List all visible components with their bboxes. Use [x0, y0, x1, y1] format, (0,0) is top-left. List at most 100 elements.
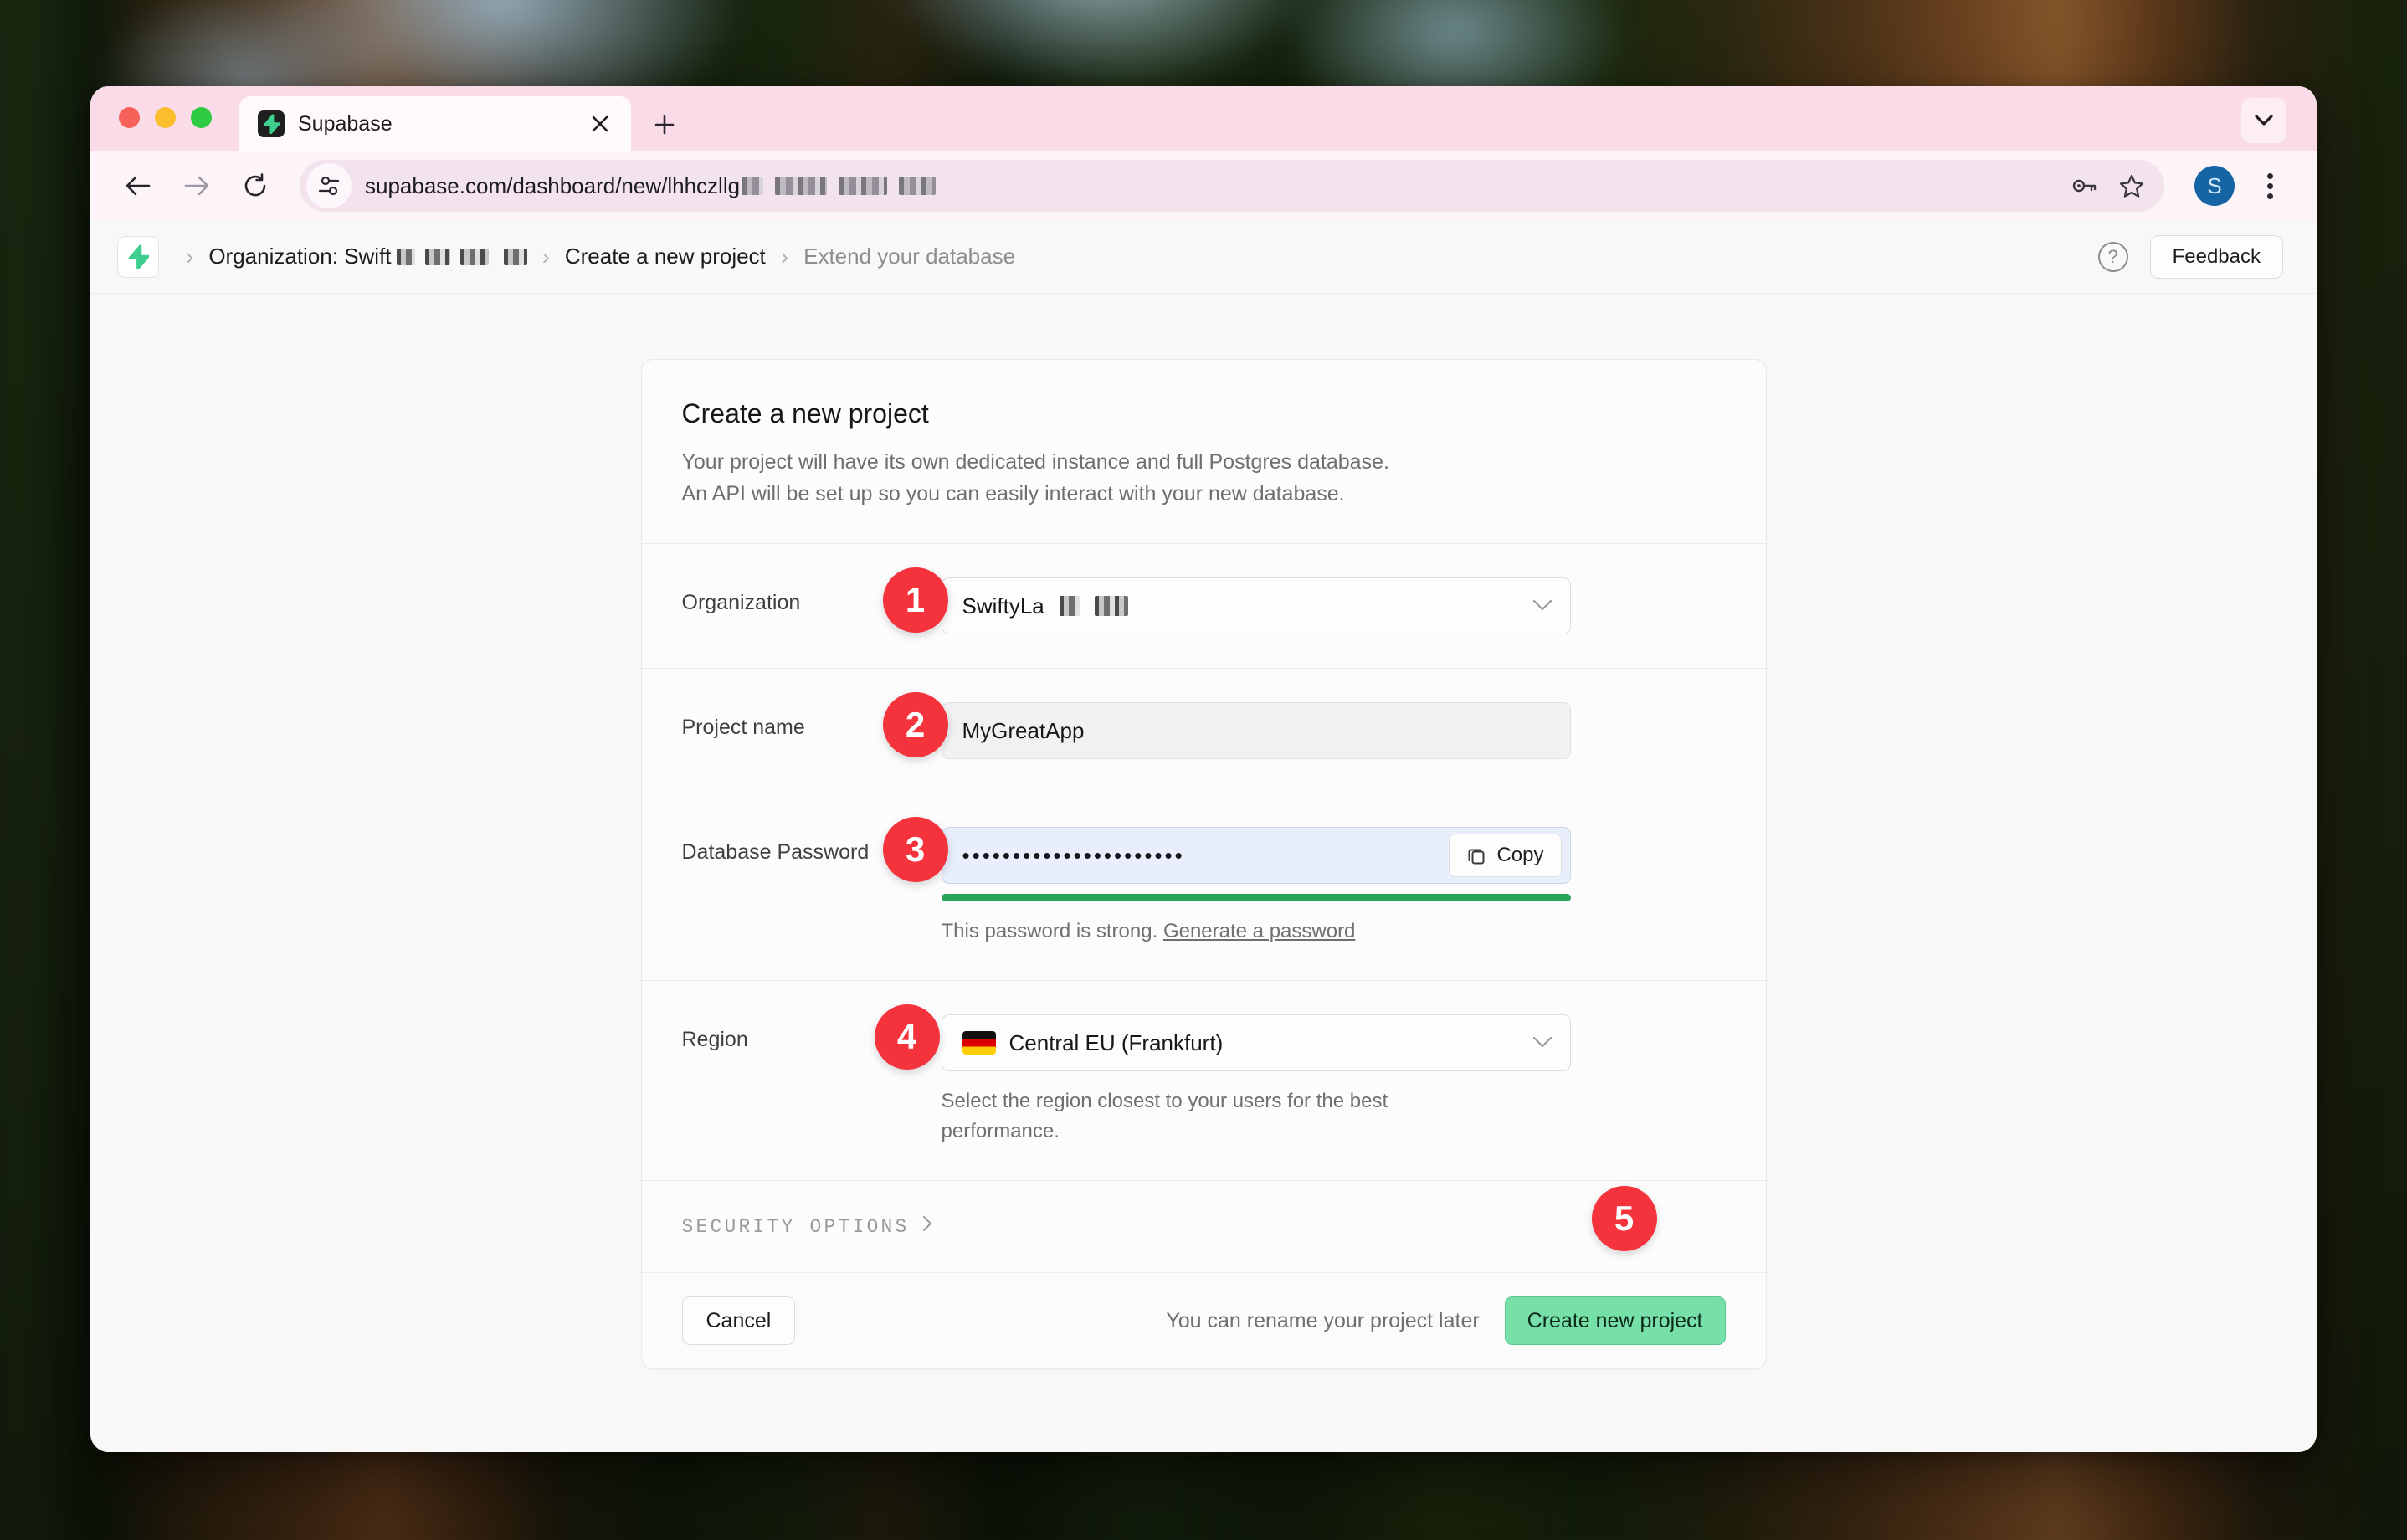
- url-visible-part: supabase.com/dashboard/new/lhhczllg: [365, 172, 741, 198]
- url-redacted-block: [839, 177, 888, 195]
- chevron-down-icon: [1532, 595, 1553, 617]
- region-hint: Select the region closest to your users …: [941, 1090, 1388, 1142]
- region-select-value: Central EU (Frankfurt): [962, 1030, 1518, 1056]
- app-header: › Organization: Swift › Create a new pro…: [90, 220, 2317, 294]
- region-select[interactable]: Central EU (Frankfurt): [941, 1014, 1571, 1071]
- organization-label: Organization: [681, 591, 801, 614]
- profile-avatar[interactable]: S: [2194, 166, 2235, 206]
- breadcrumb-item-organization[interactable]: Organization: Swift: [208, 244, 527, 270]
- card-subtitle-line-2: An API will be set up so you can easily …: [681, 482, 1345, 506]
- form-row-organization: Organization 1 SwiftyLa: [641, 543, 1766, 668]
- rename-note: You can rename your project later: [1166, 1308, 1480, 1332]
- password-strength-hint: This password is strong. Generate a pass…: [942, 916, 1571, 947]
- browser-toolbar: supabase.com/dashboard/new/lhhczllg S: [90, 151, 2317, 220]
- card-footer: Cancel You can rename your project later…: [641, 1272, 1766, 1368]
- back-button[interactable]: [112, 160, 164, 212]
- germany-flag-icon: [962, 1031, 996, 1055]
- organization-field: SwiftyLa: [941, 578, 1571, 634]
- supabase-logo[interactable]: [117, 235, 159, 278]
- feedback-button[interactable]: Feedback: [2149, 234, 2283, 279]
- browser-tab-title: Supabase: [298, 111, 393, 136]
- breadcrumb-redacted-block: [503, 248, 527, 265]
- region-field: Central EU (Frankfurt) Select the region…: [941, 1014, 1571, 1147]
- breadcrumb-redacted-block: [396, 248, 415, 265]
- step-badge-5: 5: [1591, 1186, 1657, 1251]
- supabase-bolt-icon: [258, 110, 285, 137]
- tab-search-button[interactable]: [2241, 98, 2286, 143]
- card-subtitle-line-1: Your project will have its own dedicated…: [681, 450, 1389, 474]
- organization-select-value: SwiftyLa: [962, 593, 1518, 619]
- window-traffic-lights: [119, 86, 212, 151]
- maximize-window-button[interactable]: [191, 106, 212, 128]
- copy-password-button[interactable]: Copy: [1449, 834, 1562, 877]
- close-tab-button[interactable]: [586, 110, 614, 138]
- database-password-input[interactable]: •••••••••••••••••••••• Copy: [941, 827, 1571, 884]
- browser-tab-strip: Supabase: [90, 86, 2317, 151]
- breadcrumb-separator: ›: [780, 243, 789, 270]
- security-options-toggle[interactable]: SECURITY OPTIONS: [682, 1214, 933, 1239]
- security-options-label: SECURITY OPTIONS: [681, 1215, 910, 1238]
- star-icon[interactable]: [2109, 163, 2154, 208]
- database-password-label: Database Password: [681, 840, 870, 864]
- breadcrumb-separator: ›: [186, 243, 194, 270]
- breadcrumb-item-create-project[interactable]: Create a new project: [565, 244, 766, 270]
- url-redacted-block: [742, 177, 764, 195]
- project-name-input[interactable]: MyGreatApp: [941, 702, 1571, 759]
- reload-button[interactable]: [229, 160, 281, 212]
- region-label: Region: [681, 1028, 748, 1051]
- app-header-actions: ? Feedback: [2097, 234, 2283, 279]
- organization-redacted-block: [1094, 596, 1128, 616]
- cancel-button[interactable]: Cancel: [681, 1296, 796, 1345]
- kebab-menu-icon[interactable]: [2246, 162, 2293, 209]
- card-header: Create a new project Your project will h…: [642, 360, 1766, 543]
- url-redacted-block: [899, 177, 937, 195]
- address-bar-actions: [2062, 163, 2154, 208]
- step-badge-2: 2: [882, 692, 948, 757]
- form-row-region: Region 4 Central EU (Frankfurt) Select t…: [641, 980, 1766, 1180]
- question-mark-icon[interactable]: ?: [2097, 241, 2128, 272]
- organization-value-text: SwiftyLa: [962, 593, 1044, 619]
- supabase-dashboard-page: › Organization: Swift › Create a new pro…: [90, 220, 2317, 1452]
- breadcrumb-separator: ›: [541, 243, 550, 270]
- project-name-field: MyGreatApp: [941, 702, 1571, 759]
- copy-button-label: Copy: [1496, 844, 1544, 866]
- minimize-window-button[interactable]: [155, 106, 176, 128]
- step-badge-4: 4: [874, 1004, 940, 1070]
- region-value-text: Central EU (Frankfurt): [1008, 1029, 1224, 1055]
- password-masked-value: ••••••••••••••••••••••: [962, 842, 1185, 868]
- close-window-button[interactable]: [119, 106, 140, 128]
- main-content: Create a new project Your project will h…: [90, 294, 2317, 1452]
- create-new-project-button[interactable]: Create new project: [1504, 1296, 1726, 1345]
- breadcrumb-redacted-block: [459, 248, 489, 265]
- url-redacted-block: [775, 177, 828, 195]
- project-name-label: Project name: [681, 716, 805, 739]
- password-strength-text: This password is strong.: [941, 920, 1158, 942]
- address-bar[interactable]: supabase.com/dashboard/new/lhhczllg: [300, 160, 2164, 212]
- form-row-database-password: Database Password 3 ••••••••••••••••••••…: [641, 793, 1766, 980]
- chevron-down-icon: [1532, 1032, 1553, 1054]
- generate-password-link[interactable]: Generate a password: [1163, 920, 1355, 942]
- organization-redacted-block: [1059, 596, 1080, 616]
- browser-window: Supabase supabase.com/dashboard/new/lhhc…: [90, 86, 2317, 1452]
- breadcrumb-organization-label: Organization: Swift: [208, 244, 392, 269]
- page-title: Create a new project: [681, 398, 929, 429]
- breadcrumb-redacted-block: [424, 248, 450, 265]
- desktop: Supabase supabase.com/dashboard/new/lhhc…: [0, 0, 2407, 1540]
- chevron-right-icon: [921, 1214, 933, 1239]
- step-badge-1: 1: [882, 567, 948, 633]
- organization-select[interactable]: SwiftyLa: [941, 578, 1571, 634]
- address-bar-url-text: supabase.com/dashboard/new/lhhczllg: [357, 173, 2057, 199]
- breadcrumb: › Organization: Swift › Create a new pro…: [171, 244, 2098, 270]
- create-project-card: Create a new project Your project will h…: [640, 359, 1767, 1369]
- password-strength-bar: [941, 894, 1571, 901]
- browser-tab-supabase[interactable]: Supabase: [239, 96, 631, 151]
- new-tab-button[interactable]: [643, 103, 686, 146]
- database-password-field: •••••••••••••••••••••• Copy This passwor…: [941, 827, 1571, 947]
- site-settings-tune-icon[interactable]: [306, 163, 352, 208]
- form-row-security-options: SECURITY OPTIONS 5: [641, 1180, 1766, 1272]
- breadcrumb-item-extend-database[interactable]: Extend your database: [803, 244, 1015, 270]
- forward-button[interactable]: [171, 160, 223, 212]
- key-icon[interactable]: [2062, 163, 2107, 208]
- form-row-project-name: Project name 2 MyGreatApp: [641, 668, 1766, 793]
- copy-icon: [1468, 849, 1485, 865]
